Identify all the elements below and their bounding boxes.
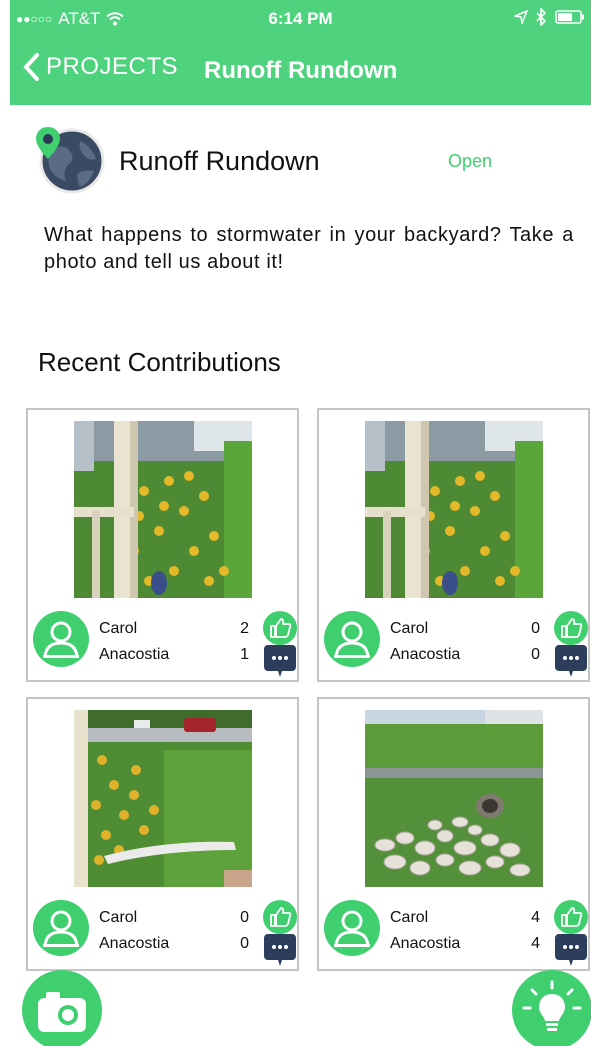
status-right xyxy=(514,8,585,26)
thumbs-up-icon[interactable] xyxy=(554,900,588,934)
page-title: Runoff Rundown xyxy=(204,57,398,84)
contribution-card[interactable]: Carol Anacostia 4 4 xyxy=(317,697,590,971)
navigation-bar: PROJECTS Runoff Rundown xyxy=(10,38,591,105)
garden-flowers-photo xyxy=(365,421,543,598)
comment-count: 0 xyxy=(240,935,249,952)
chevron-left-icon xyxy=(23,53,39,81)
drainage-pipe-photo xyxy=(365,710,543,887)
avatar xyxy=(33,611,89,667)
avatar xyxy=(324,900,380,956)
contributor-org: Anacostia xyxy=(99,646,170,663)
comment-count: 0 xyxy=(531,646,540,663)
project-description: What happens to stormwater in your backy… xyxy=(44,224,574,273)
back-label: PROJECTS xyxy=(46,53,179,80)
comment-icon[interactable] xyxy=(264,934,296,968)
comment-icon[interactable] xyxy=(555,934,587,968)
contributor-name: Carol xyxy=(99,909,138,926)
like-count: 0 xyxy=(531,620,540,637)
garden-flowers-photo xyxy=(74,421,252,598)
back-button[interactable]: PROJECTS xyxy=(22,52,178,82)
camera-icon[interactable] xyxy=(22,970,102,1046)
project-name: Runoff Rundown xyxy=(119,146,320,176)
thumbs-up-icon[interactable] xyxy=(554,611,588,645)
downspout-yard-photo xyxy=(74,710,252,887)
globe-pin-icon xyxy=(36,127,105,194)
comment-icon[interactable] xyxy=(264,645,296,679)
comment-icon[interactable] xyxy=(555,645,587,679)
like-count: 0 xyxy=(240,909,249,926)
thumbs-up-icon[interactable] xyxy=(263,611,297,645)
lightbulb-icon[interactable] xyxy=(512,970,591,1046)
avatar xyxy=(324,611,380,667)
status-bar: ●●○○○ AT&T 6:14 PM xyxy=(10,0,591,38)
contributor-org: Anacostia xyxy=(390,935,461,952)
status-time: 6:14 PM xyxy=(268,9,333,28)
battery-icon xyxy=(555,10,584,24)
contributor-org: Anacostia xyxy=(99,935,170,952)
contributor-org: Anacostia xyxy=(390,646,461,663)
contribution-card[interactable]: Carol Anacostia 0 0 xyxy=(26,697,299,971)
contributor-name: Carol xyxy=(390,909,429,926)
location-arrow-icon xyxy=(514,10,528,24)
contribution-card[interactable]: Carol Anacostia 0 0 xyxy=(317,408,590,682)
comment-count: 1 xyxy=(240,646,249,663)
section-title: Recent Contributions xyxy=(38,347,281,377)
avatar xyxy=(33,900,89,956)
status-badge: Open xyxy=(448,151,493,171)
contribution-card[interactable]: Carol Anacostia 2 1 xyxy=(26,408,299,682)
like-count: 2 xyxy=(240,620,249,637)
thumbs-up-icon[interactable] xyxy=(263,900,297,934)
project-header: Runoff Rundown Open xyxy=(34,125,554,195)
bluetooth-icon xyxy=(536,8,547,26)
comment-count: 4 xyxy=(531,935,540,952)
contributor-name: Carol xyxy=(99,620,138,637)
contributor-name: Carol xyxy=(390,620,429,637)
like-count: 4 xyxy=(531,909,540,926)
